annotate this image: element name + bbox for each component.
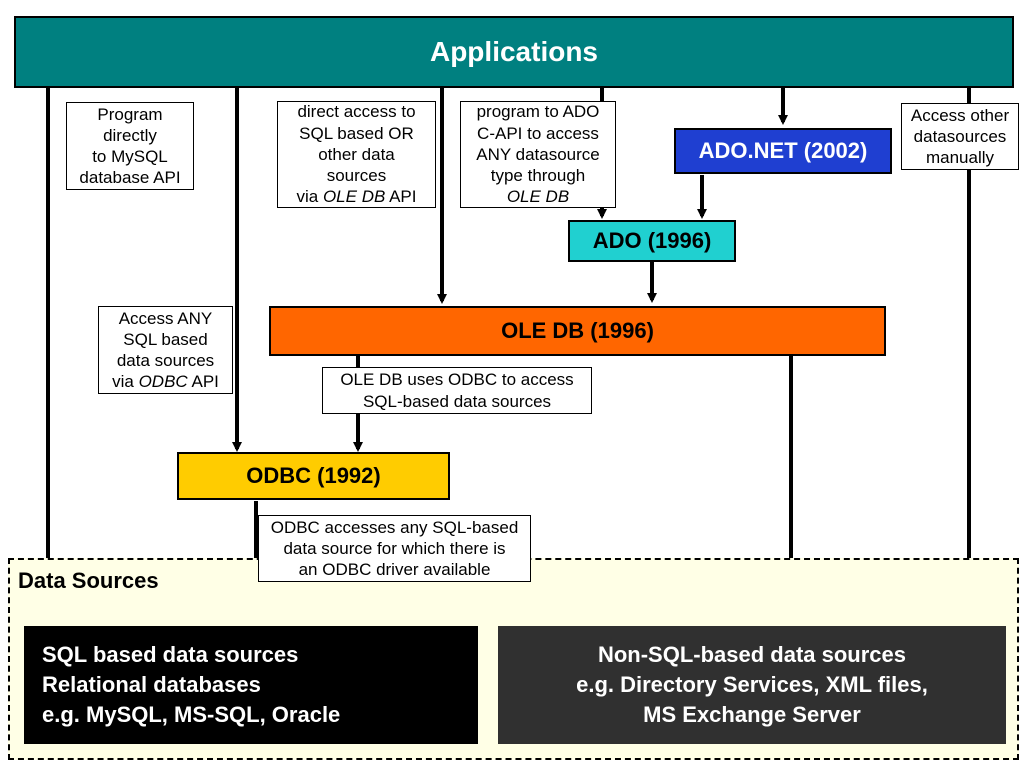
data-sources-title: Data Sources — [18, 568, 159, 594]
ado-label: ADO (1996) — [593, 228, 712, 254]
diagram-canvas: Applications ADO.NET (2002) ADO (1996) O… — [0, 0, 1027, 769]
oledb-box: OLE DB (1996) — [269, 306, 886, 356]
sql-sources-text: SQL based data sourcesRelational databas… — [42, 640, 340, 729]
applications-title: Applications — [430, 36, 598, 68]
callout-access-odbc: Access ANYSQL baseddata sourcesvia ODBC … — [98, 306, 233, 394]
ado-box: ADO (1996) — [568, 220, 736, 262]
callout-oledb-uses-odbc: OLE DB uses ODBC to accessSQL-based data… — [322, 367, 592, 414]
odbc-box: ODBC (1992) — [177, 452, 450, 500]
callout-access-other: Access otherdatasourcesmanually — [901, 103, 1019, 170]
callout-odbc-accesses: ODBC accesses any SQL-baseddata source f… — [258, 515, 531, 582]
callout-direct-oledb: direct access toSQL based ORother dataso… — [277, 101, 436, 208]
odbc-label: ODBC (1992) — [246, 463, 380, 489]
nonsql-sources-text: Non-SQL-based data sourcese.g. Directory… — [576, 640, 928, 729]
adonet-label: ADO.NET (2002) — [699, 138, 868, 164]
sql-sources-box: SQL based data sourcesRelational databas… — [24, 626, 478, 744]
applications-box: Applications — [14, 16, 1014, 88]
callout-program-ado: program to ADOC-API to accessANY datasou… — [460, 101, 616, 208]
oledb-label: OLE DB (1996) — [501, 318, 654, 344]
callout-program-directly: Programdirectlyto MySQLdatabase API — [66, 102, 194, 190]
adonet-box: ADO.NET (2002) — [674, 128, 892, 174]
nonsql-sources-box: Non-SQL-based data sourcese.g. Directory… — [498, 626, 1006, 744]
data-sources-container: Data Sources SQL based data sourcesRelat… — [8, 558, 1019, 760]
